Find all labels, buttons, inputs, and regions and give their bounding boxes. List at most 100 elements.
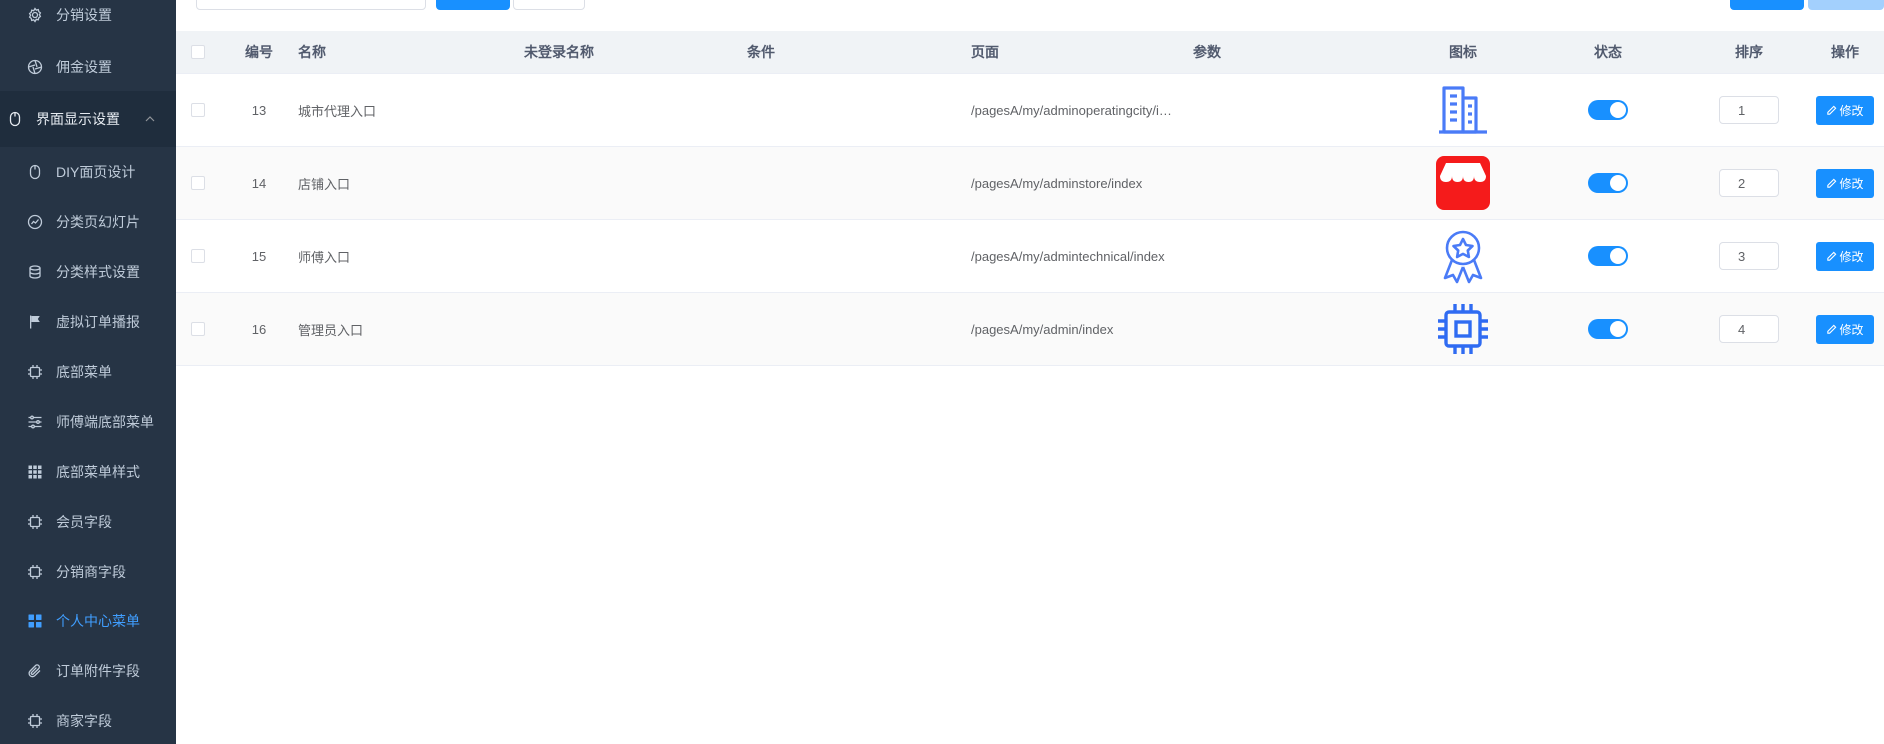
edit-label: 修改 — [1839, 176, 1864, 191]
header-icon: 图标 — [1449, 44, 1477, 60]
row-name: 管理员入口 — [298, 322, 364, 338]
search-input[interactable] — [196, 0, 426, 10]
mouse-icon — [6, 110, 24, 128]
edit-icon — [1827, 105, 1837, 115]
row-checkbox[interactable] — [190, 176, 205, 190]
status-toggle[interactable] — [1588, 319, 1628, 339]
speed-icon — [26, 213, 44, 231]
award-icon — [1443, 230, 1483, 284]
table-row: 16 管理员入口 /pagesA/my/admin/index 4 修改 — [176, 293, 1884, 366]
sidebar-item-category-style[interactable]: 分类样式设置 — [0, 247, 176, 297]
sidebar-item-merchant-fields[interactable]: 商家字段 — [0, 696, 176, 744]
row-checkbox[interactable] — [190, 322, 205, 336]
sidebar-item-bottom-menu-style[interactable]: 底部菜单样式 — [0, 447, 176, 497]
header-status: 状态 — [1594, 44, 1622, 60]
building-icon — [1439, 86, 1487, 134]
sidebar-item-personal-center-menu[interactable]: 个人中心菜单 — [0, 596, 176, 646]
sidebar-item-distributor-fields[interactable]: 分销商字段 — [0, 547, 176, 597]
row-id: 15 — [251, 248, 267, 264]
header-condition: 条件 — [747, 44, 775, 60]
sidebar-item-diy-page-design[interactable]: DIY面页设计 — [0, 147, 176, 197]
row-checkbox[interactable] — [190, 249, 205, 263]
row-name: 店铺入口 — [298, 176, 351, 192]
reset-button[interactable] — [513, 0, 585, 10]
sidebar-item-label: 分类页幻灯片 — [56, 214, 140, 230]
sort-input[interactable]: 2 — [1719, 169, 1779, 197]
row-params — [1193, 293, 1393, 365]
row-checkbox[interactable] — [190, 103, 205, 117]
batch-delete-button[interactable] — [1808, 0, 1884, 10]
stack-icon — [26, 263, 44, 281]
status-toggle[interactable] — [1588, 173, 1628, 193]
aperture-icon — [26, 58, 44, 76]
select-all-checkbox[interactable] — [190, 45, 205, 59]
row-condition — [747, 147, 947, 219]
sidebar-item-distribution-settings[interactable]: 分销设置 — [0, 0, 176, 40]
row-page: /pagesA/my/adminoperatingcity/i… — [971, 102, 1172, 118]
row-condition — [747, 293, 947, 365]
header-name: 名称 — [298, 44, 326, 60]
sidebar-item-label: 底部菜单 — [56, 364, 112, 380]
paperclip-icon — [26, 662, 44, 680]
table-row: 14 店铺入口 /pagesA/my/adminstore/index 2 修改 — [176, 147, 1884, 220]
header-sort: 排序 — [1735, 44, 1763, 60]
edit-button[interactable]: 修改 — [1816, 314, 1874, 344]
chip-icon — [26, 563, 44, 581]
sidebar-item-virtual-order-broadcast[interactable]: 虚拟订单播报 — [0, 297, 176, 347]
sort-input[interactable]: 1 — [1719, 96, 1779, 124]
row-id: 13 — [251, 102, 267, 118]
sidebar-item-label: DIY面页设计 — [56, 164, 136, 180]
sidebar-item-label: 个人中心菜单 — [56, 613, 140, 629]
grid-icon — [26, 463, 44, 481]
row-unlogged-name — [524, 293, 724, 365]
row-page: /pagesA/my/admintechnical/index — [971, 248, 1165, 264]
status-toggle[interactable] — [1588, 246, 1628, 266]
sidebar-item-label: 分销商字段 — [56, 564, 126, 580]
select-all-cell — [176, 31, 219, 73]
chip-icon — [26, 363, 44, 381]
edit-label: 修改 — [1839, 322, 1864, 337]
edit-button[interactable]: 修改 — [1816, 168, 1874, 198]
row-page: /pagesA/my/admin/index — [971, 321, 1114, 337]
status-toggle[interactable] — [1588, 100, 1628, 120]
row-unlogged-name — [524, 74, 724, 146]
sidebar-item-member-fields[interactable]: 会员字段 — [0, 497, 176, 547]
sidebar-item-commission-settings[interactable]: 佣金设置 — [0, 42, 176, 92]
sidebar-item-label: 师傅端底部菜单 — [56, 414, 154, 430]
chevron-up-icon — [145, 116, 155, 122]
sidebar-item-bottom-menu[interactable]: 底部菜单 — [0, 347, 176, 397]
row-condition — [747, 220, 947, 292]
edit-icon — [1827, 251, 1837, 261]
table-row: 13 城市代理入口 /pagesA/my/adminoperatingcity/… — [176, 74, 1884, 147]
chip-icon — [1438, 304, 1488, 354]
edit-button[interactable]: 修改 — [1816, 95, 1874, 125]
store-icon — [1436, 156, 1490, 210]
edit-button[interactable]: 修改 — [1816, 241, 1874, 271]
flag-icon — [26, 313, 44, 331]
row-params — [1193, 74, 1393, 146]
row-condition — [747, 74, 947, 146]
chip-icon — [26, 712, 44, 730]
sidebar-item-label: 佣金设置 — [56, 59, 112, 75]
row-params — [1193, 147, 1393, 219]
row-unlogged-name — [524, 147, 724, 219]
sidebar-submenu-display-settings[interactable]: 界面显示设置 — [0, 91, 176, 147]
add-button[interactable] — [1730, 0, 1804, 10]
sidebar-item-label: 界面显示设置 — [36, 111, 120, 127]
sidebar-item-order-attachment-fields[interactable]: 订单附件字段 — [0, 646, 176, 696]
sidebar-menu: 分销设置 佣金设置 界面显示设置 DIY面页设计 分类页幻灯片 分类样式设置 虚… — [0, 0, 176, 744]
row-name: 城市代理入口 — [298, 103, 377, 119]
sidebar-item-label: 会员字段 — [56, 514, 112, 530]
sidebar-item-category-slideshow[interactable]: 分类页幻灯片 — [0, 197, 176, 247]
header-unlogged-name: 未登录名称 — [524, 44, 594, 60]
sort-input[interactable]: 4 — [1719, 315, 1779, 343]
chip-icon — [26, 513, 44, 531]
sliders-icon — [26, 413, 44, 431]
sidebar-item-technician-bottom-menu[interactable]: 师傅端底部菜单 — [0, 397, 176, 447]
sort-input[interactable]: 3 — [1719, 242, 1779, 270]
sidebar-item-label: 分类样式设置 — [56, 264, 140, 280]
sidebar-item-label: 虚拟订单播报 — [56, 314, 140, 330]
row-id: 14 — [251, 175, 267, 191]
search-button[interactable] — [436, 0, 510, 10]
header-action: 操作 — [1831, 44, 1859, 60]
